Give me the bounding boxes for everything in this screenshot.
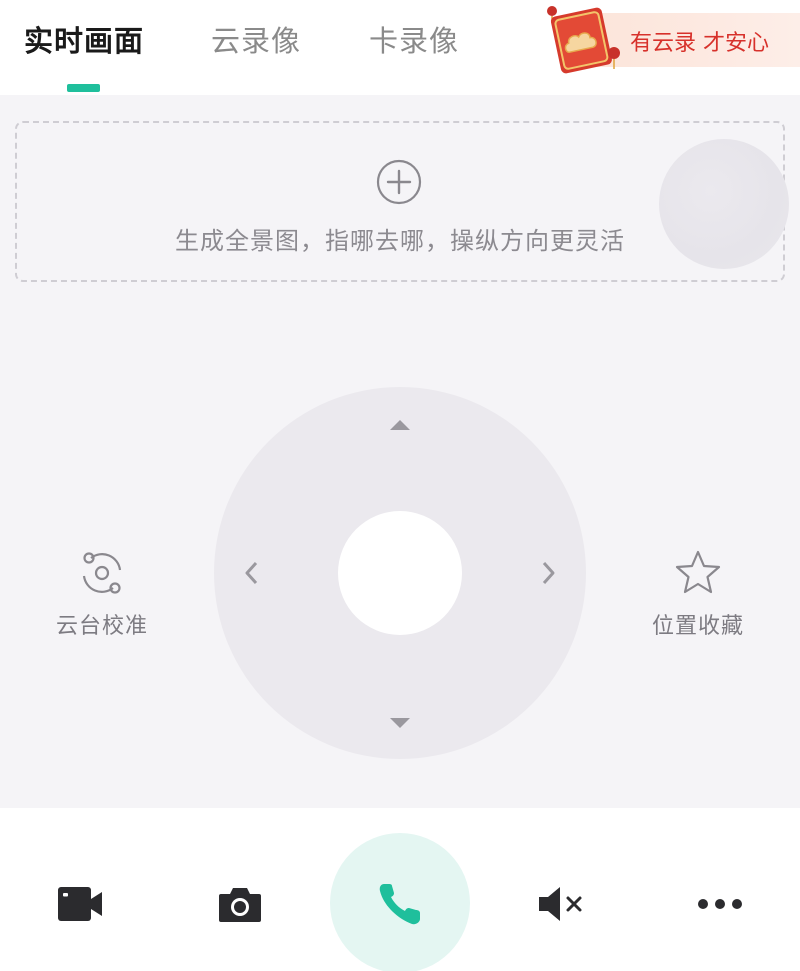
promo-text: 有云录 才安心 xyxy=(630,31,769,56)
calibrate-icon xyxy=(82,552,122,594)
ptz-calibrate-button[interactable]: 云台校准 xyxy=(50,548,154,640)
phone-icon[interactable] xyxy=(376,880,424,928)
panorama-hint-text: 生成全景图，指哪去哪，操纵方向更灵活 xyxy=(175,227,625,255)
arrow-left-icon[interactable] xyxy=(244,561,258,585)
active-tab-indicator xyxy=(67,84,100,92)
camera-icon[interactable] xyxy=(217,884,263,924)
arrow-up-icon[interactable] xyxy=(388,418,412,432)
ptz-center-knob[interactable] xyxy=(338,511,462,635)
more-dots-icon[interactable] xyxy=(696,897,744,911)
arrow-right-icon[interactable] xyxy=(542,561,556,585)
cloud-storage-promo-banner[interactable]: 有云录 才安心 xyxy=(547,6,800,74)
tab-cloud-recording[interactable]: 云录像 xyxy=(211,18,301,60)
calibrate-label: 云台校准 xyxy=(55,614,148,639)
red-envelope-cloud-icon xyxy=(547,6,620,74)
speaker-muted-icon[interactable] xyxy=(537,884,585,924)
plus-circle-icon[interactable] xyxy=(376,159,422,205)
tab-live-view[interactable]: 实时画面 xyxy=(24,18,144,60)
favorite-label: 位置收藏 xyxy=(651,614,744,639)
position-favorite-button[interactable]: 位置收藏 xyxy=(646,548,750,640)
video-camera-icon[interactable] xyxy=(56,885,104,923)
top-tab-bar: 实时画面 云录像 卡录像 有云录 才安心 xyxy=(0,0,800,95)
tab-card-recording[interactable]: 卡录像 xyxy=(369,18,459,60)
star-icon xyxy=(675,550,721,594)
arrow-down-icon[interactable] xyxy=(388,716,412,730)
